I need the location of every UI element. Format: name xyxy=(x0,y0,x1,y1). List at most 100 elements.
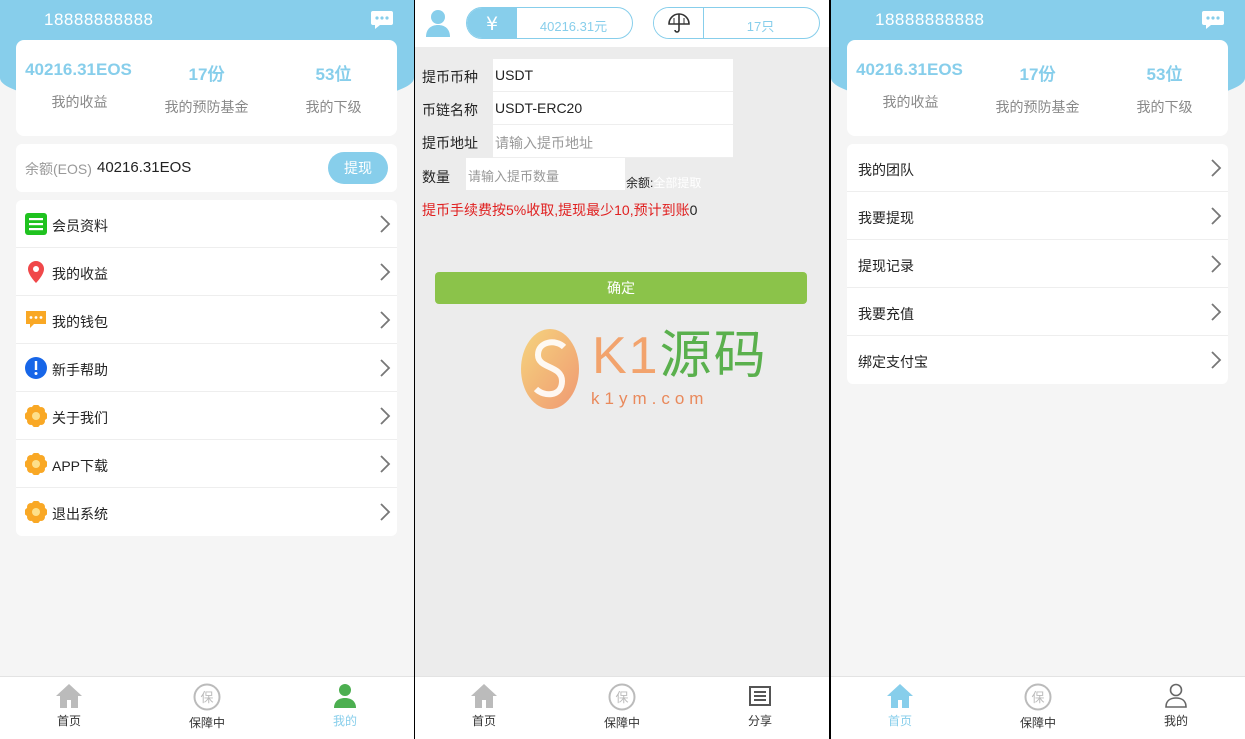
bottom-nav: 首页 保 保障中 分享 xyxy=(415,676,829,739)
watermark-url: k1ym.com xyxy=(591,389,709,408)
fee-note: 提币手续费按5%收取,提现最少10,预计到账0 xyxy=(422,200,697,220)
nav-label: 保障中 xyxy=(188,716,225,730)
quantity-input[interactable]: 请输入提币数量 xyxy=(466,158,625,190)
flower-icon xyxy=(25,453,47,475)
menu-item-beginner-help[interactable]: 新手帮助 xyxy=(16,344,397,392)
menu-item-my-wallet[interactable]: 我的钱包 xyxy=(16,296,397,344)
chevron-right-icon xyxy=(380,311,391,329)
available-balance: 余额:全部提取 xyxy=(626,174,701,191)
nav-label: 保障中 xyxy=(1019,716,1056,730)
insurance-pill-value: 17只 xyxy=(746,19,775,34)
chevron-right-icon xyxy=(380,359,391,377)
stat-earnings[interactable]: 40216.31EOS 我的收益 xyxy=(847,60,974,112)
quantity-label: 数量 xyxy=(422,169,450,185)
chevron-right-icon xyxy=(1211,351,1222,369)
menu-item-label: 我的钱包 xyxy=(52,314,108,330)
bottom-nav: 首页 保 保障中 我的 xyxy=(831,676,1245,739)
message-icon[interactable] xyxy=(370,10,394,30)
menu-item-label: 我要充值 xyxy=(858,306,914,322)
confirm-button[interactable]: 确定 xyxy=(435,272,807,304)
shield-bao-icon: 保 xyxy=(608,683,636,711)
balance-value: 40216.31EOS xyxy=(97,159,192,176)
menu-item-label: 我要提现 xyxy=(858,210,914,226)
stat-fund[interactable]: 17份 我的预防基金 xyxy=(143,60,270,117)
phone-number: 18888888888 xyxy=(875,10,985,29)
nav-protection[interactable]: 保 保障中 xyxy=(969,683,1107,731)
menu-item-withdraw[interactable]: 我要提现 xyxy=(847,192,1228,240)
stat-earnings[interactable]: 40216.31EOS 我的收益 xyxy=(16,60,143,112)
stat-value: 40216.31EOS xyxy=(25,60,132,79)
nav-label: 我的 xyxy=(332,714,357,728)
balance-pill[interactable]: ¥ 40216.31元 xyxy=(466,7,633,39)
wallet-icon xyxy=(26,311,46,328)
stat-label: 我的收益 xyxy=(51,94,108,110)
yuan-icon: ¥ xyxy=(467,8,517,38)
bottom-nav: 首页 保 保障中 我的 xyxy=(0,676,414,739)
flower-icon xyxy=(25,405,47,427)
stat-subordinates[interactable]: 53位 我的下级 xyxy=(1101,60,1228,117)
menu-item-withdraw-records[interactable]: 提现记录 xyxy=(847,240,1228,288)
menu-item-logout[interactable]: 退出系统 xyxy=(16,488,397,536)
fee-amount: 0 xyxy=(689,202,698,218)
withdraw-button[interactable]: 提现 xyxy=(328,152,388,184)
insurance-pill[interactable]: 17只 xyxy=(653,7,820,39)
nav-home[interactable]: 首页 xyxy=(0,683,138,729)
user-icon[interactable] xyxy=(425,9,451,37)
menu-item-label: 我的团队 xyxy=(858,162,914,178)
message-icon[interactable] xyxy=(1201,10,1225,30)
stat-value: 17份 xyxy=(1019,65,1056,84)
nav-label: 分享 xyxy=(747,714,772,728)
stat-label: 我的下级 xyxy=(1136,99,1193,115)
nav-home[interactable]: 首页 xyxy=(415,683,553,729)
stat-label: 我的预防基金 xyxy=(995,99,1080,115)
chevron-right-icon xyxy=(380,263,391,281)
address-input[interactable]: 请输入提币地址 xyxy=(493,125,733,158)
svg-text:保: 保 xyxy=(615,691,628,706)
actions-menu: 我的团队 我要提现 提现记录 我要充值 绑定支付宝 xyxy=(847,144,1228,384)
menu-item-bind-alipay[interactable]: 绑定支付宝 xyxy=(847,336,1228,384)
stat-value: 53位 xyxy=(1146,65,1183,84)
user-outline-icon xyxy=(1165,683,1187,708)
chevron-right-icon xyxy=(380,215,391,233)
nav-share[interactable]: 分享 xyxy=(691,683,829,729)
balance-label: 余额(EOS) xyxy=(25,161,92,177)
stat-fund[interactable]: 17份 我的预防基金 xyxy=(974,60,1101,117)
shield-bao-icon: 保 xyxy=(193,683,221,711)
nav-protection[interactable]: 保 保障中 xyxy=(553,683,691,731)
home-icon xyxy=(471,684,497,708)
chevron-right-icon xyxy=(380,407,391,425)
shield-bao-icon: 保 xyxy=(1024,683,1052,711)
watermark-brand-k1: K1 xyxy=(592,327,660,385)
home-icon xyxy=(56,684,82,708)
menu-item-member-info[interactable]: 会员资料 xyxy=(16,200,397,248)
coin-type-field[interactable]: USDT xyxy=(493,59,733,92)
nav-label: 首页 xyxy=(56,714,81,728)
stat-subordinates[interactable]: 53位 我的下级 xyxy=(270,60,397,117)
coin-type-label: 提币币种 xyxy=(422,69,478,85)
nav-label: 首页 xyxy=(887,714,912,728)
nav-protection[interactable]: 保 保障中 xyxy=(138,683,276,731)
balance-pill-value: 40216.31元 xyxy=(539,19,608,34)
stat-label: 我的收益 xyxy=(882,94,939,110)
withdraw-all-link[interactable]: 全部提取 xyxy=(653,176,701,190)
nav-home[interactable]: 首页 xyxy=(831,683,969,729)
menu-item-about-us[interactable]: 关于我们 xyxy=(16,392,397,440)
location-pin-icon xyxy=(28,261,44,283)
menu-item-app-download[interactable]: APP下载 xyxy=(16,440,397,488)
flower-icon xyxy=(25,501,47,523)
nav-mine[interactable]: 我的 xyxy=(1107,683,1245,729)
stat-value: 53位 xyxy=(315,65,352,84)
top-bar: ¥ 40216.31元 17只 xyxy=(415,0,829,47)
nav-label: 保障中 xyxy=(603,716,640,730)
account-menu: 会员资料 我的收益 我的钱包 新手帮助 关于我们 APP下载 退出系统 xyxy=(16,200,397,536)
address-label: 提币地址 xyxy=(422,135,478,151)
chevron-right-icon xyxy=(1211,255,1222,273)
share-list-icon xyxy=(749,686,771,706)
nav-mine[interactable]: 我的 xyxy=(276,683,414,729)
menu-item-my-earnings[interactable]: 我的收益 xyxy=(16,248,397,296)
menu-item-my-team[interactable]: 我的团队 xyxy=(847,144,1228,192)
withdraw-panel: ¥ 40216.31元 17只 提币币种 USDT 币链名称 USDT-ERC2… xyxy=(415,0,829,739)
menu-item-label: 提现记录 xyxy=(858,258,914,274)
chain-field[interactable]: USDT-ERC20 xyxy=(493,92,733,125)
menu-item-recharge[interactable]: 我要充值 xyxy=(847,288,1228,336)
